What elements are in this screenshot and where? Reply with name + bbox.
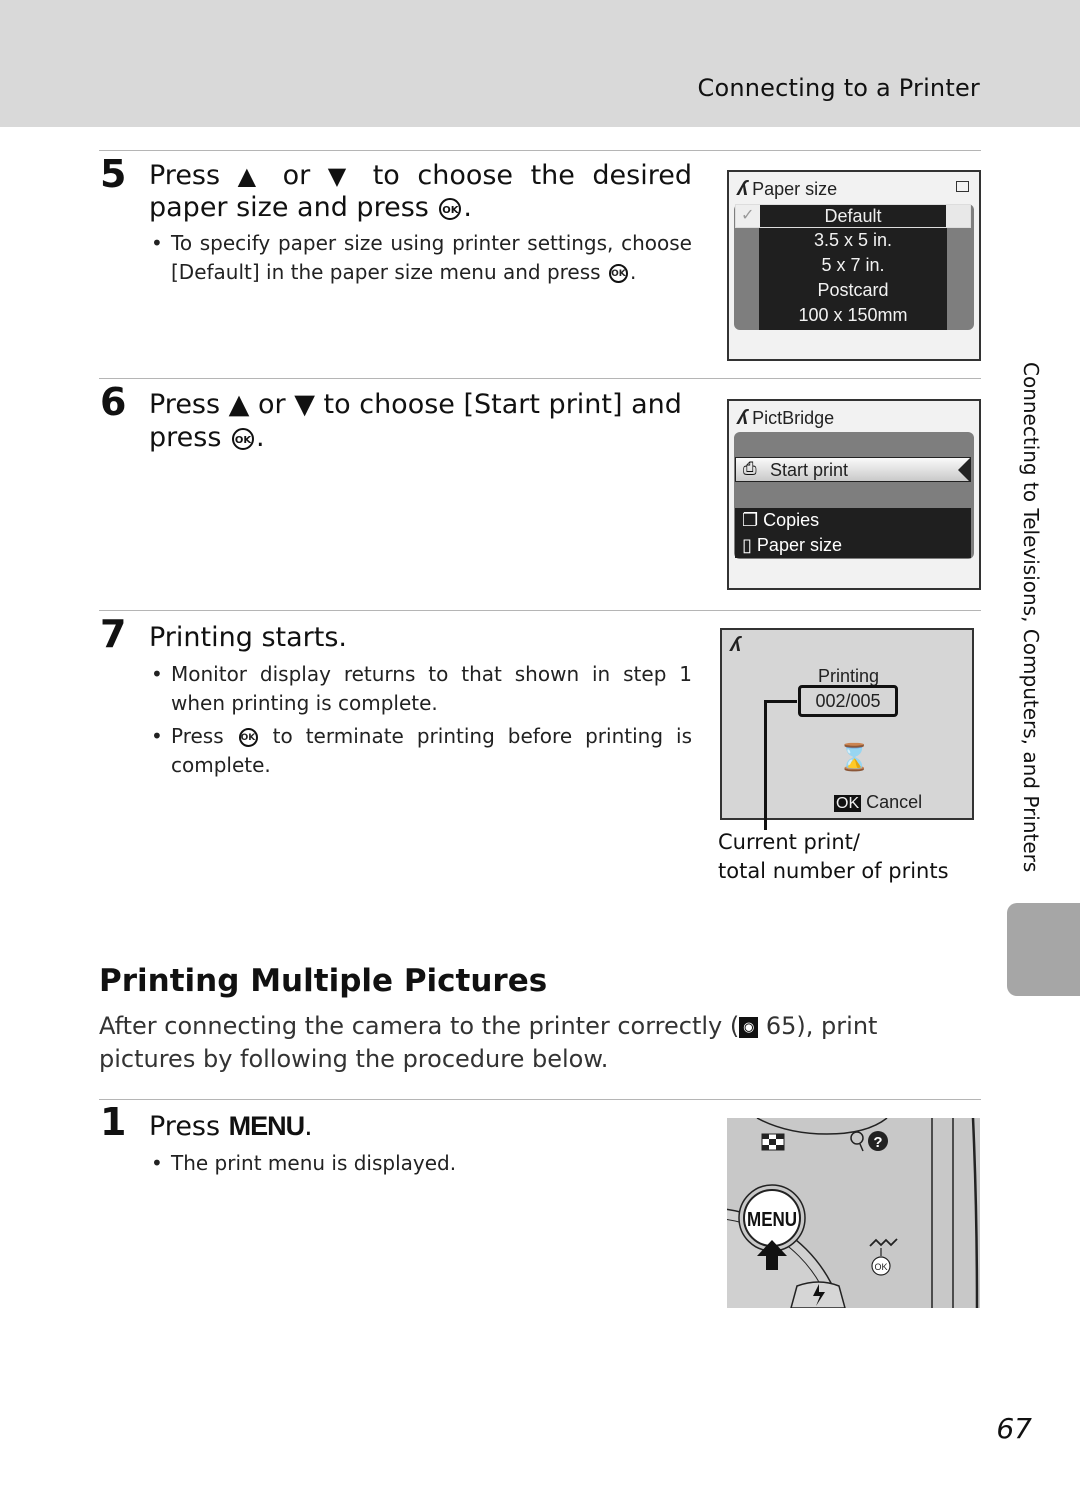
step-title: Press ▲ or ▼ to choose the desired [149,160,692,191]
page-reference-link[interactable]: 65 [766,1012,797,1040]
running-header: Connecting to a Printer [697,74,980,102]
printing-screen: ʎ Printing 002/005 ⌛ OK Cancel [720,628,974,820]
step-title: Printing starts. [149,622,347,653]
pictbridge-icon: ʎ [737,407,749,429]
divider [99,610,981,611]
svg-text:OK: OK [874,1262,887,1272]
step-title-line2: press OK. [149,422,265,453]
page-indicator-icon [956,181,969,192]
step-number: 7 [100,612,127,656]
page-number: 67 [996,1412,1032,1445]
up-arrow-icon: ▲ [237,162,266,190]
thumbnail-icon [761,1133,785,1151]
printing-status: Printing [817,666,880,686]
svg-text:?: ? [873,1134,882,1151]
ok-button-icon: OK [439,197,462,220]
option-100x150mm[interactable]: 100 x 150mm [759,305,947,326]
header-band [0,0,1080,127]
section-title: Printing Multiple Pictures [99,963,548,999]
print-counter: 002/005 [798,685,898,717]
callout-leader [765,700,797,703]
menu-list: ❐ Copies ▯ Paper size [735,508,971,558]
ok-button-icon: OK [238,728,258,747]
step-title: Press MENU. [149,1111,313,1142]
step-title-line2: paper size and press OK. [149,192,473,223]
menu-button-label: MENU [747,1208,797,1231]
side-tab-label: Connecting to Televisions, Computers, an… [1019,362,1043,873]
ok-button-icon: OK [608,264,628,283]
step-number: 5 [100,152,127,196]
screen-header: ʎ PictBridge [737,407,835,429]
paper-icon: ▯ [742,535,752,555]
ok-button-icon: OK [232,427,254,450]
hourglass-icon: ⌛ [838,742,871,772]
copies-icon: ❐ [742,510,759,530]
step-number: 1 [100,1100,127,1144]
callout-label: Current print/ total number of prints [718,830,949,883]
divider [99,1099,981,1100]
bullet-item: Press OK to terminate printing before pr… [149,722,692,780]
ok-transfer-icon: OK [869,1238,898,1276]
zoom-help-icon: ? [850,1131,888,1152]
step-title: Press ▲ or ▼ to choose [Start print] and [149,389,682,420]
printer-icon: ⎙ [743,459,757,478]
intro-paragraph: After connecting the camera to the print… [99,1012,878,1073]
menu-item-paper-size[interactable]: ▯ Paper size [742,535,842,556]
page-reference-icon: ◉ [739,1016,759,1038]
step-number: 6 [100,380,127,424]
down-arrow-icon: ▼ [327,162,356,190]
divider [99,378,981,379]
option-5x7[interactable]: 5 x 7 in. [759,255,947,276]
menu-key-icon: MENU [228,1111,305,1141]
pictbridge-icon: ʎ [737,178,749,200]
option-default-selected[interactable]: ✓ Default [735,204,971,228]
paper-size-screen: ʎ Paper size 3.5 x 5 in. 5 x 7 in. Postca… [727,170,981,361]
cancel-hint: OK Cancel [834,792,923,812]
divider [99,150,981,151]
screen-header: ʎ Paper size [737,178,838,200]
bullet-item: Monitor display returns to that shown in… [149,660,692,718]
pictbridge-icon: ʎ [730,634,742,656]
pictbridge-menu-screen: ʎ PictBridge ⎙ Start print ❐ Copies ▯ Pap… [727,399,981,590]
menu-item-start-print[interactable]: ⎙ Start print [735,457,971,482]
side-tab [1007,903,1080,996]
ok-key-icon: OK [834,795,862,812]
option-postcard[interactable]: Postcard [759,280,947,301]
option-3-5x5[interactable]: 3.5 x 5 in. [759,230,947,251]
bullet-item: To specify paper size using printer sett… [149,229,692,287]
camera-drawing: ? MENU OK [727,1118,979,1308]
chevron-right-icon [958,458,970,482]
menu-item-copies[interactable]: ❐ Copies [742,510,819,531]
bullet-item: The print menu is displayed. [149,1149,456,1178]
camera-back-illustration: ? MENU OK [727,1118,980,1308]
callout-leader [764,700,767,830]
option-list: 3.5 x 5 in. 5 x 7 in. Postcard 100 x 150… [759,228,947,330]
